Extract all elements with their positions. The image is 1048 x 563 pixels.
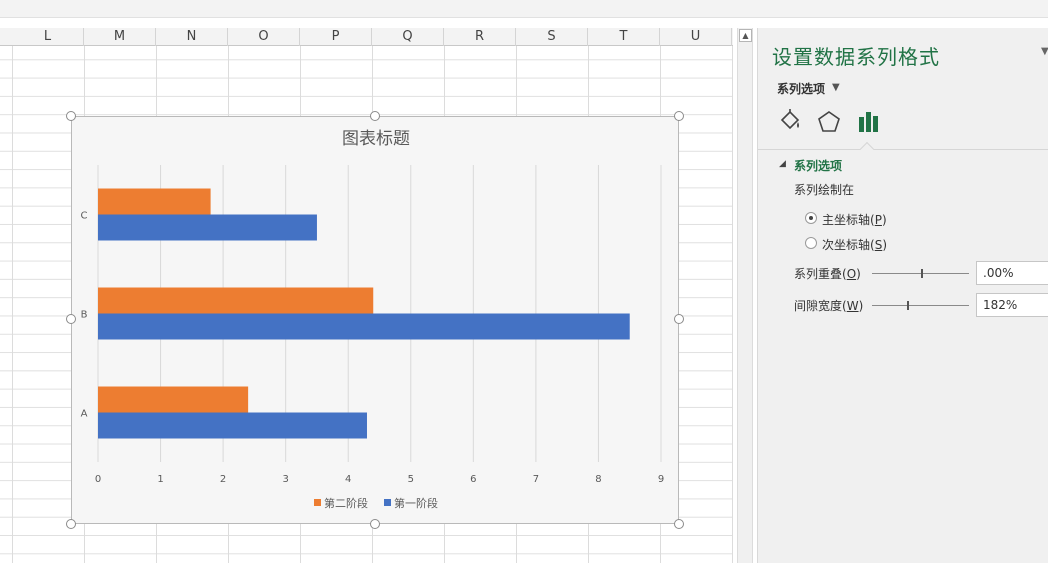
column-header-o[interactable]: O [228,28,300,46]
x-tick-label: 2 [220,474,226,485]
series-overlap-slider[interactable] [872,269,969,278]
y-category-label: A [81,409,88,420]
column-header-p[interactable]: P [300,28,372,46]
legend-label: 第一阶段 [394,496,438,510]
bar-第一阶段-A [98,412,367,439]
bar-第一阶段-B [98,313,630,340]
x-tick-label: 9 [658,474,664,485]
resize-handle-right[interactable] [674,314,684,324]
bar-第二阶段-C [98,188,211,215]
x-tick-label: 3 [282,474,288,485]
x-tick-label: 7 [533,474,539,485]
scroll-up-arrow-icon[interactable]: ▲ [739,29,752,42]
bar-chart[interactable]: 图表标题 0 1 2 3 4 5 6 7 8 9 A B C 第二阶段 第一阶段 [71,116,679,524]
series-overlap-label: 系列重叠(O) [794,267,861,281]
series-options-dropdown[interactable]: 系列选项 [777,80,825,97]
effects-pentagon-icon[interactable] [815,108,843,136]
column-header-t[interactable]: T [588,28,660,46]
x-tick-label: 4 [345,474,351,485]
slider-thumb[interactable] [921,269,923,278]
legend-label: 第二阶段 [324,496,368,510]
resize-handle-top[interactable] [370,111,380,121]
resize-handle-left[interactable] [66,314,76,324]
pane-divider [758,149,1048,150]
y-category-label: B [81,310,88,321]
chart-canvas: 图表标题 0 1 2 3 4 5 6 7 8 9 A B C 第二阶段 第一阶段 [81,129,665,510]
pane-title: 设置数据系列格式 [772,45,940,69]
gap-width-input[interactable]: 182% [976,293,1048,317]
resize-handle-top-right[interactable] [674,111,684,121]
resize-handle-bottom[interactable] [370,519,380,529]
x-tick-label: 8 [595,474,601,485]
series-overlap-input[interactable]: .00% [976,261,1048,285]
x-tick-label: 0 [95,474,101,485]
x-tick-label: 1 [157,474,163,485]
plot-series-on-label: 系列绘制在 [794,183,855,197]
column-header-m[interactable]: M [84,28,156,46]
gap-width-label: 间隙宽度(W) [794,299,864,313]
bar-第二阶段-A [98,386,249,413]
resize-handle-top-left[interactable] [66,111,76,121]
gap-width-slider[interactable] [872,301,969,310]
bar-第二阶段-B [98,287,374,314]
radio-secondary-axis-label: 次坐标轴(S) [822,238,887,252]
radio-button[interactable] [805,237,817,249]
pane-menu-arrow-icon[interactable]: ▼ [1041,46,1048,57]
series-options-chart-icon[interactable] [855,108,883,136]
slider-thumb[interactable] [907,301,909,310]
resize-handle-bottom-left[interactable] [66,519,76,529]
toolbar-strip [0,0,1048,18]
column-header-r[interactable]: R [444,28,516,46]
chevron-down-icon[interactable]: ▼ [832,82,840,93]
column-header-l[interactable]: L [12,28,84,46]
x-tick-label: 6 [470,474,476,485]
column-header-n[interactable]: N [156,28,228,46]
column-headers: LMNOPQRSTU [0,28,733,46]
radio-button[interactable] [805,212,817,224]
fill-line-icon[interactable] [776,108,804,136]
section-series-options[interactable]: 系列选项 [794,157,842,174]
format-data-series-pane: 设置数据系列格式 ▼ 系列选项 ▼ ◢ 系列选项 系列绘制在 主坐标轴(P) 次… [757,28,1048,563]
active-tab-pointer [859,141,875,157]
chart-title[interactable]: 图表标题 [342,129,410,149]
vertical-scrollbar[interactable]: ▲ [737,28,753,563]
x-tick-label: 5 [408,474,414,485]
y-category-label: C [81,211,88,222]
collapse-triangle-icon[interactable]: ◢ [779,159,786,169]
legend-swatch [314,499,321,506]
legend-swatch [384,499,391,506]
column-header-u[interactable]: U [660,28,732,46]
bar-第一阶段-C [98,214,317,241]
resize-handle-bottom-right[interactable] [674,519,684,529]
radio-primary-axis-label: 主坐标轴(P) [822,213,887,227]
column-header-q[interactable]: Q [372,28,444,46]
column-header-s[interactable]: S [516,28,588,46]
